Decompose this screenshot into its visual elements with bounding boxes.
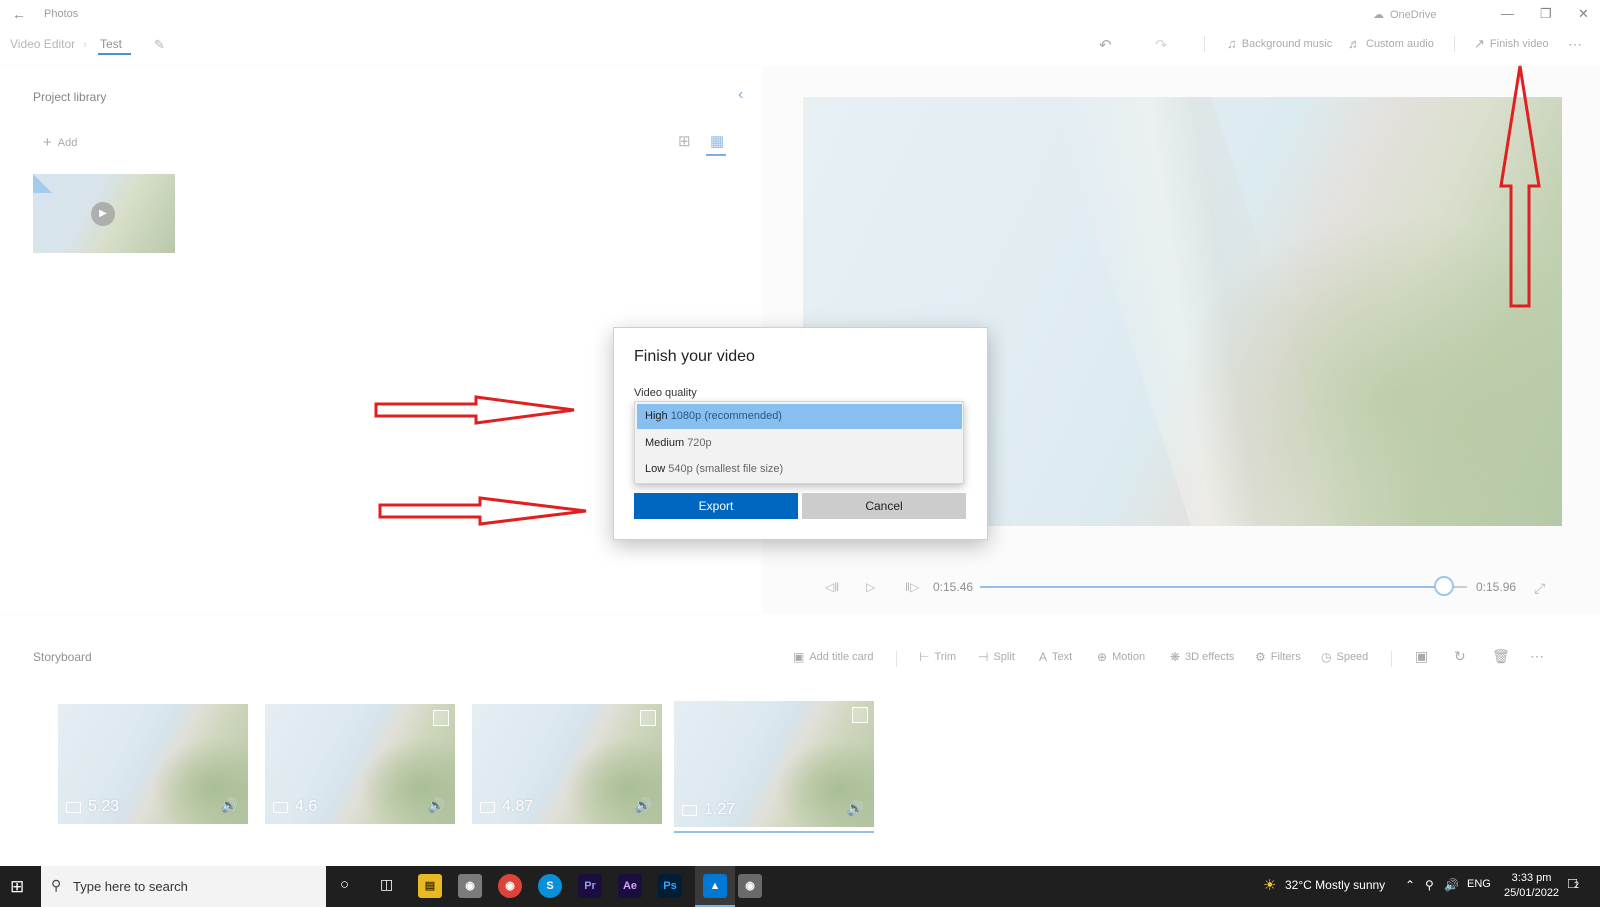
quality-option-detail: 540p (smallest file size): [668, 463, 784, 475]
windows-start-icon[interactable]: ⊞: [10, 877, 24, 897]
finish-video-dialog: Finish your video Video quality High 108…: [613, 327, 988, 540]
premiere-pro-icon[interactable]: Pr: [578, 874, 602, 898]
quality-option-name: Medium: [645, 437, 685, 449]
app-icon[interactable]: ◉: [458, 874, 482, 898]
taskbar-clock[interactable]: 3:33 pm 25/01/2022: [1504, 871, 1559, 901]
annotation-arrow-up-icon: [1499, 65, 1541, 308]
quality-option-detail: 720p: [687, 437, 712, 449]
cortana-icon[interactable]: ○: [340, 876, 349, 893]
photoshop-icon[interactable]: Ps: [658, 874, 682, 898]
after-effects-icon[interactable]: Ae: [618, 874, 642, 898]
quality-option-low[interactable]: Low 540p (smallest file size): [637, 457, 962, 482]
quality-option-name: Low: [645, 463, 666, 475]
app-icon[interactable]: ◉: [738, 874, 762, 898]
skype-icon[interactable]: S: [538, 874, 562, 898]
weather-status[interactable]: 32°C Mostly sunny: [1285, 878, 1385, 892]
video-quality-label: Video quality: [634, 387, 697, 399]
language-indicator[interactable]: ENG: [1467, 878, 1491, 890]
quality-option-name: High: [645, 410, 668, 422]
export-button[interactable]: Export: [634, 493, 798, 519]
clock-date: 25/01/2022: [1504, 887, 1560, 899]
quality-option-medium[interactable]: Medium 720p: [637, 431, 962, 456]
quality-option-high[interactable]: High 1080p (recommended): [637, 404, 962, 429]
tray-chevron-up-icon[interactable]: ⌃: [1405, 878, 1415, 892]
chrome-icon[interactable]: ◉: [498, 874, 522, 898]
task-view-icon[interactable]: ◫: [380, 876, 393, 893]
annotation-arrow-right-icon: [378, 496, 587, 526]
volume-icon[interactable]: 🔊: [1444, 878, 1459, 892]
quality-option-detail: 1080p (recommended): [670, 410, 782, 422]
photos-app-icon[interactable]: ▲: [703, 874, 727, 898]
notification-count: 2: [1574, 880, 1580, 890]
windows-taskbar: ⊞ ⚲ Type here to search ○ ◫ ▤ ◉ ◉ S Pr A…: [0, 866, 1600, 907]
network-icon[interactable]: ⚲: [1425, 878, 1434, 892]
annotation-arrow-right-icon: [374, 395, 575, 425]
cancel-button[interactable]: Cancel: [802, 493, 966, 519]
weather-sun-icon: ☀: [1263, 877, 1277, 894]
dialog-title: Finish your video: [634, 348, 755, 365]
taskbar-search-box[interactable]: ⚲ Type here to search: [41, 866, 326, 907]
search-placeholder: Type here to search: [73, 879, 188, 894]
search-icon: ⚲: [51, 877, 62, 893]
video-quality-dropdown-list[interactable]: High 1080p (recommended) Medium 720p Low…: [634, 401, 964, 484]
clock-time: 3:33 pm: [1511, 872, 1552, 884]
file-explorer-icon[interactable]: ▤: [418, 874, 442, 898]
